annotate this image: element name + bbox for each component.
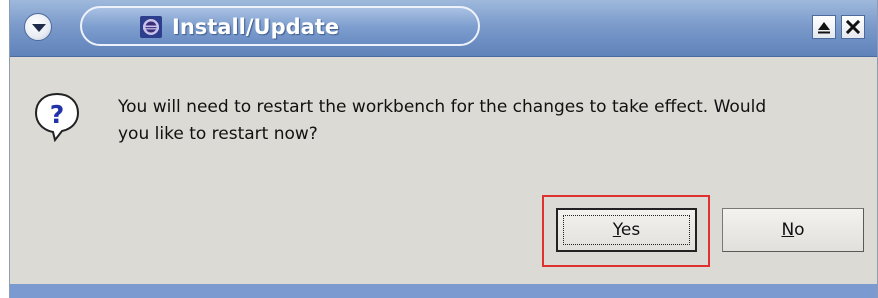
eclipse-app-icon (140, 16, 162, 38)
yes-button-label: Yes (613, 220, 640, 240)
window-title: Install/Update (172, 15, 340, 39)
chevron-down-icon (32, 24, 46, 32)
message-line-1: You will need to restart the workbench f… (118, 97, 767, 117)
close-icon (845, 19, 861, 35)
message-line-2: you like to restart now? (118, 124, 318, 144)
close-button[interactable] (841, 15, 865, 39)
no-label-rest: o (794, 220, 805, 240)
title-pill: Install/Update (80, 6, 480, 46)
yes-button[interactable]: Yes (556, 208, 697, 252)
no-button[interactable]: No (722, 208, 864, 252)
install-update-dialog: Install/Update ? You will need to restar… (9, 0, 878, 298)
dialog-message: You will need to restart the workbench f… (118, 94, 866, 148)
no-button-label: No (781, 220, 804, 240)
svg-text:?: ? (50, 100, 65, 129)
yes-mnemonic: Y (612, 220, 621, 240)
window-menu-button[interactable] (24, 13, 52, 41)
maximize-button[interactable] (812, 15, 836, 39)
maximize-icon (818, 22, 830, 34)
title-bar[interactable]: Install/Update (10, 0, 877, 57)
window-bottom-border (10, 284, 877, 298)
question-icon: ? (34, 92, 80, 142)
yes-label-rest: es (620, 220, 641, 240)
no-mnemonic: N (781, 220, 795, 240)
